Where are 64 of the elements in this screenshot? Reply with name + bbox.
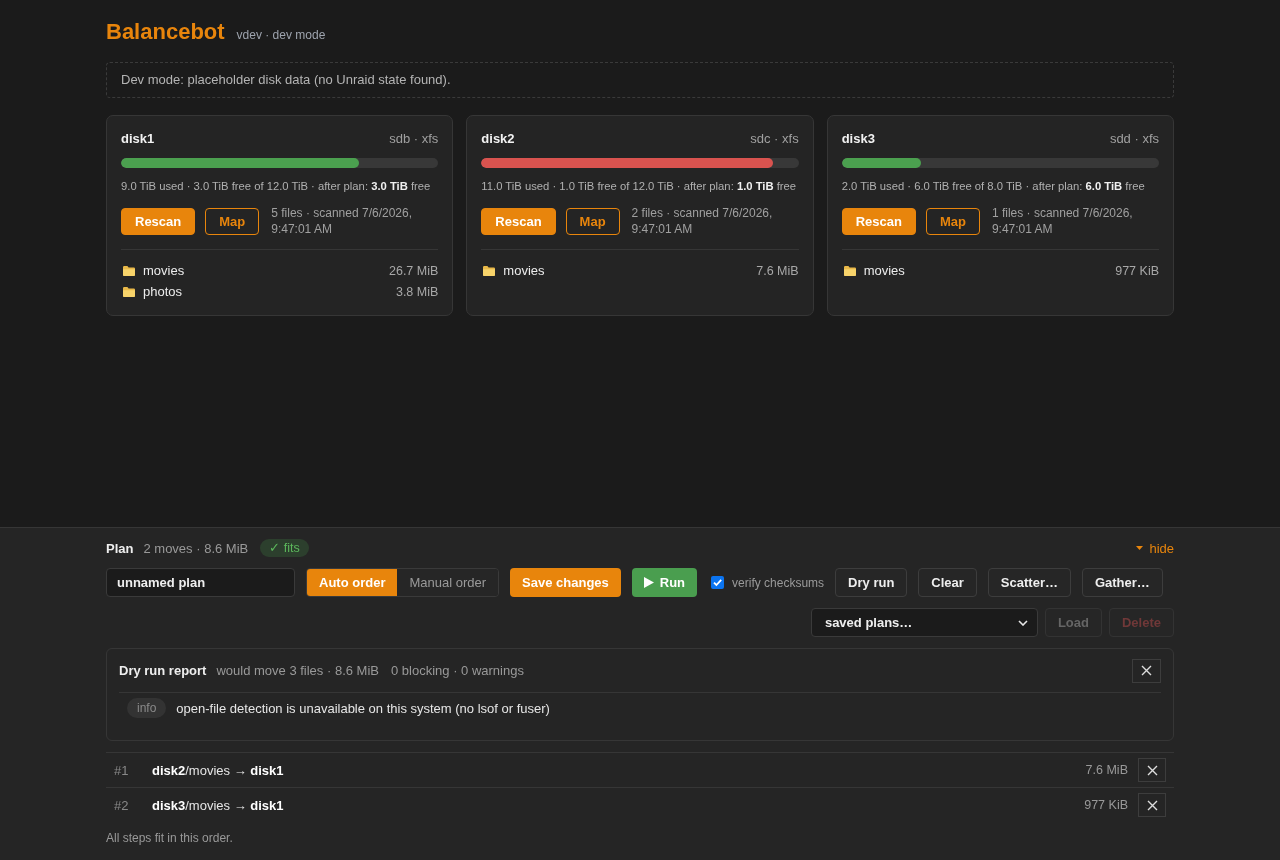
disk-device: sdd · xfs (1109, 130, 1159, 148)
plan-name-input[interactable]: unnamed plan (106, 568, 295, 597)
scan-info: 2 files · scanned 7/6/2026, 9:47:01 AM (631, 205, 774, 237)
folder-size: 977 KiB (1115, 263, 1159, 278)
move-index: #2 (114, 797, 130, 813)
folder-name: movies (863, 263, 905, 278)
disk-device: sdb · xfs (389, 130, 439, 148)
move-index: #1 (114, 762, 130, 778)
disk-device: sdc · xfs (750, 130, 799, 148)
saved-plans-select[interactable]: saved plans… (810, 608, 1038, 637)
close-icon (1146, 764, 1158, 776)
folder-size: 26.7 MiB (389, 263, 439, 278)
tool-button[interactable]: Clear (918, 568, 977, 597)
scan-info: 5 files · scanned 7/6/2026, 9:47:01 AM (271, 205, 413, 237)
message-tag: info (127, 698, 167, 718)
dev-mode-notice: Dev mode: placeholder disk data (no Unraid state found). (106, 62, 1174, 98)
scan-info: 1 files · scanned 7/6/2026, 9:47:01 AM (991, 205, 1134, 237)
app-subtitle: vdev · dev mode (236, 28, 326, 42)
folder-name: photos (143, 284, 183, 299)
usage-text: 2.0 TiB used · 6.0 TiB free of 8.0 TiB · after plan: 6.0 TiB free (841, 179, 1146, 194)
tool-button[interactable]: Dry run (835, 568, 908, 597)
report-summary: would move 3 files · 8.6 MiB (216, 663, 379, 678)
move-path: disk3/movies → disk1 (152, 797, 284, 813)
usage-text: 11.0 TiB used · 1.0 TiB free of 12.0 TiB · after plan: 1.0 TiB free (481, 179, 798, 194)
folder-icon (483, 265, 496, 276)
message-text: open-file detection is unavailable on this system (no lsof or fuser) (176, 700, 550, 716)
move-path: disk2/movies → disk1 (152, 762, 284, 778)
map-button[interactable]: Map (925, 207, 980, 235)
play-icon (643, 577, 654, 588)
folder-name: movies (143, 263, 185, 278)
hide-link[interactable]: hide (1136, 540, 1174, 556)
caret-icon (1136, 546, 1144, 550)
move-size: 7.6 MiB (1085, 763, 1128, 777)
report-title: Dry run report (119, 663, 207, 678)
usage-text: 9.0 TiB used · 3.0 TiB free of 12.0 TiB · after plan: 3.0 TiB free (121, 179, 432, 194)
close-button[interactable] (1132, 658, 1161, 683)
remove-button[interactable] (1138, 793, 1166, 817)
map-button[interactable]: Map (205, 207, 260, 235)
folder-icon (123, 286, 135, 297)
remove-button[interactable] (1138, 758, 1166, 782)
checkbox[interactable] (711, 576, 725, 589)
chevron-down-icon (1017, 619, 1028, 626)
close-icon (1141, 665, 1152, 676)
move-size: 977 KiB (1084, 798, 1128, 812)
folder-name: movies (503, 263, 545, 278)
close-icon (1146, 799, 1158, 811)
tool-button[interactable]: Scatter… (987, 568, 1071, 597)
disk-name: disk1 (121, 130, 155, 148)
report-counts: 0 blocking · 0 warnings (391, 663, 524, 678)
tool-button[interactable]: Gather… (1081, 568, 1163, 597)
run-button[interactable]: Run (631, 568, 698, 597)
app-title: Balancebot (106, 19, 225, 45)
folder-size: 3.8 MiB (395, 284, 439, 299)
footer-note: All steps fit in this order. (106, 830, 234, 846)
folder-size: 7.6 MiB (756, 263, 799, 278)
status-badge: ✓ fits (260, 539, 309, 557)
plan-title: Plan (106, 540, 134, 556)
plan-summary: 2 moves · 8.6 MiB (143, 540, 249, 556)
disk-name: disk2 (481, 130, 515, 148)
folder-icon (123, 265, 135, 276)
folder-icon (843, 265, 856, 276)
disk-name: disk3 (841, 130, 875, 148)
checkbox-label: verify checksums (732, 575, 825, 590)
map-button[interactable]: Map (565, 207, 620, 235)
